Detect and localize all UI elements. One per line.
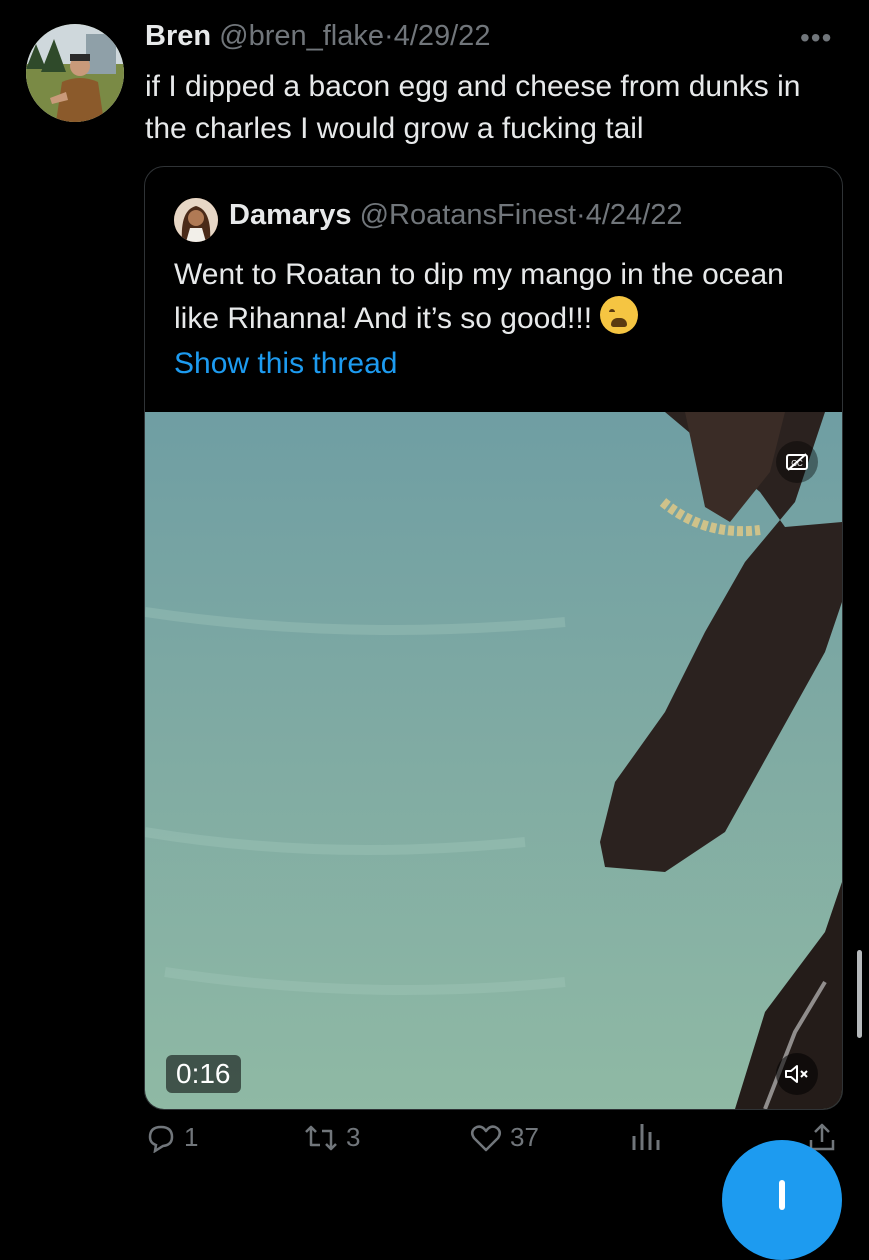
reply-button[interactable]: 1 (146, 1122, 198, 1153)
tweet-header: Bren @bren_flake·4/29/22 (145, 20, 490, 53)
quoted-tweet-text-wrapper: Went to Roatan to dip my mango in the oc… (174, 253, 814, 340)
mute-button[interactable] (776, 1053, 818, 1095)
retweet-count: 3 (346, 1122, 361, 1152)
more-options-icon[interactable]: ••• (800, 22, 832, 54)
show-thread-link[interactable]: Show this thread (174, 347, 397, 381)
like-button[interactable]: 37 (470, 1122, 539, 1153)
compose-tweet-button[interactable] (722, 1140, 842, 1260)
like-count: 37 (510, 1122, 539, 1152)
video-frame (145, 412, 842, 1109)
analytics-button[interactable] (630, 1122, 662, 1152)
heart-icon (471, 1124, 501, 1151)
quoted-tweet-text: Went to Roatan to dip my mango in the oc… (174, 258, 784, 335)
video-player[interactable]: CC 0:16 (145, 412, 842, 1109)
tweet-date[interactable]: 4/29/22 (394, 20, 491, 52)
author-handle[interactable]: @bren_flake (219, 20, 384, 52)
quoted-author-avatar[interactable] (174, 198, 218, 242)
weary-face-icon (600, 296, 639, 334)
author-name[interactable]: Bren (145, 20, 211, 52)
quoted-tweet-card[interactable]: Damarys @RoatansFinest·4/24/22 Went to R… (144, 166, 843, 1110)
compose-plus-icon (779, 1180, 785, 1210)
reply-count: 1 (184, 1122, 199, 1152)
analytics-icon (632, 1124, 660, 1150)
scrollbar[interactable] (857, 950, 862, 1038)
captions-off-icon: CC (786, 453, 808, 471)
retweet-button[interactable]: 3 (304, 1122, 360, 1153)
author-avatar[interactable] (26, 24, 124, 122)
captions-toggle-button[interactable]: CC (776, 441, 818, 483)
quoted-author-handle[interactable]: @RoatansFinest (360, 199, 576, 231)
header-separator: · (384, 20, 394, 52)
video-duration: 0:16 (166, 1055, 241, 1093)
tweet-text: if I dipped a bacon egg and cheese from … (145, 70, 801, 145)
quoted-header-separator: · (576, 199, 586, 231)
muted-speaker-icon (785, 1065, 808, 1083)
reply-icon (148, 1125, 174, 1153)
retweet-icon (305, 1125, 337, 1150)
quoted-author-name[interactable]: Damarys (229, 199, 352, 231)
quoted-tweet-header: Damarys @RoatansFinest·4/24/22 (229, 199, 682, 232)
quoted-tweet-date[interactable]: 4/24/22 (586, 199, 683, 231)
